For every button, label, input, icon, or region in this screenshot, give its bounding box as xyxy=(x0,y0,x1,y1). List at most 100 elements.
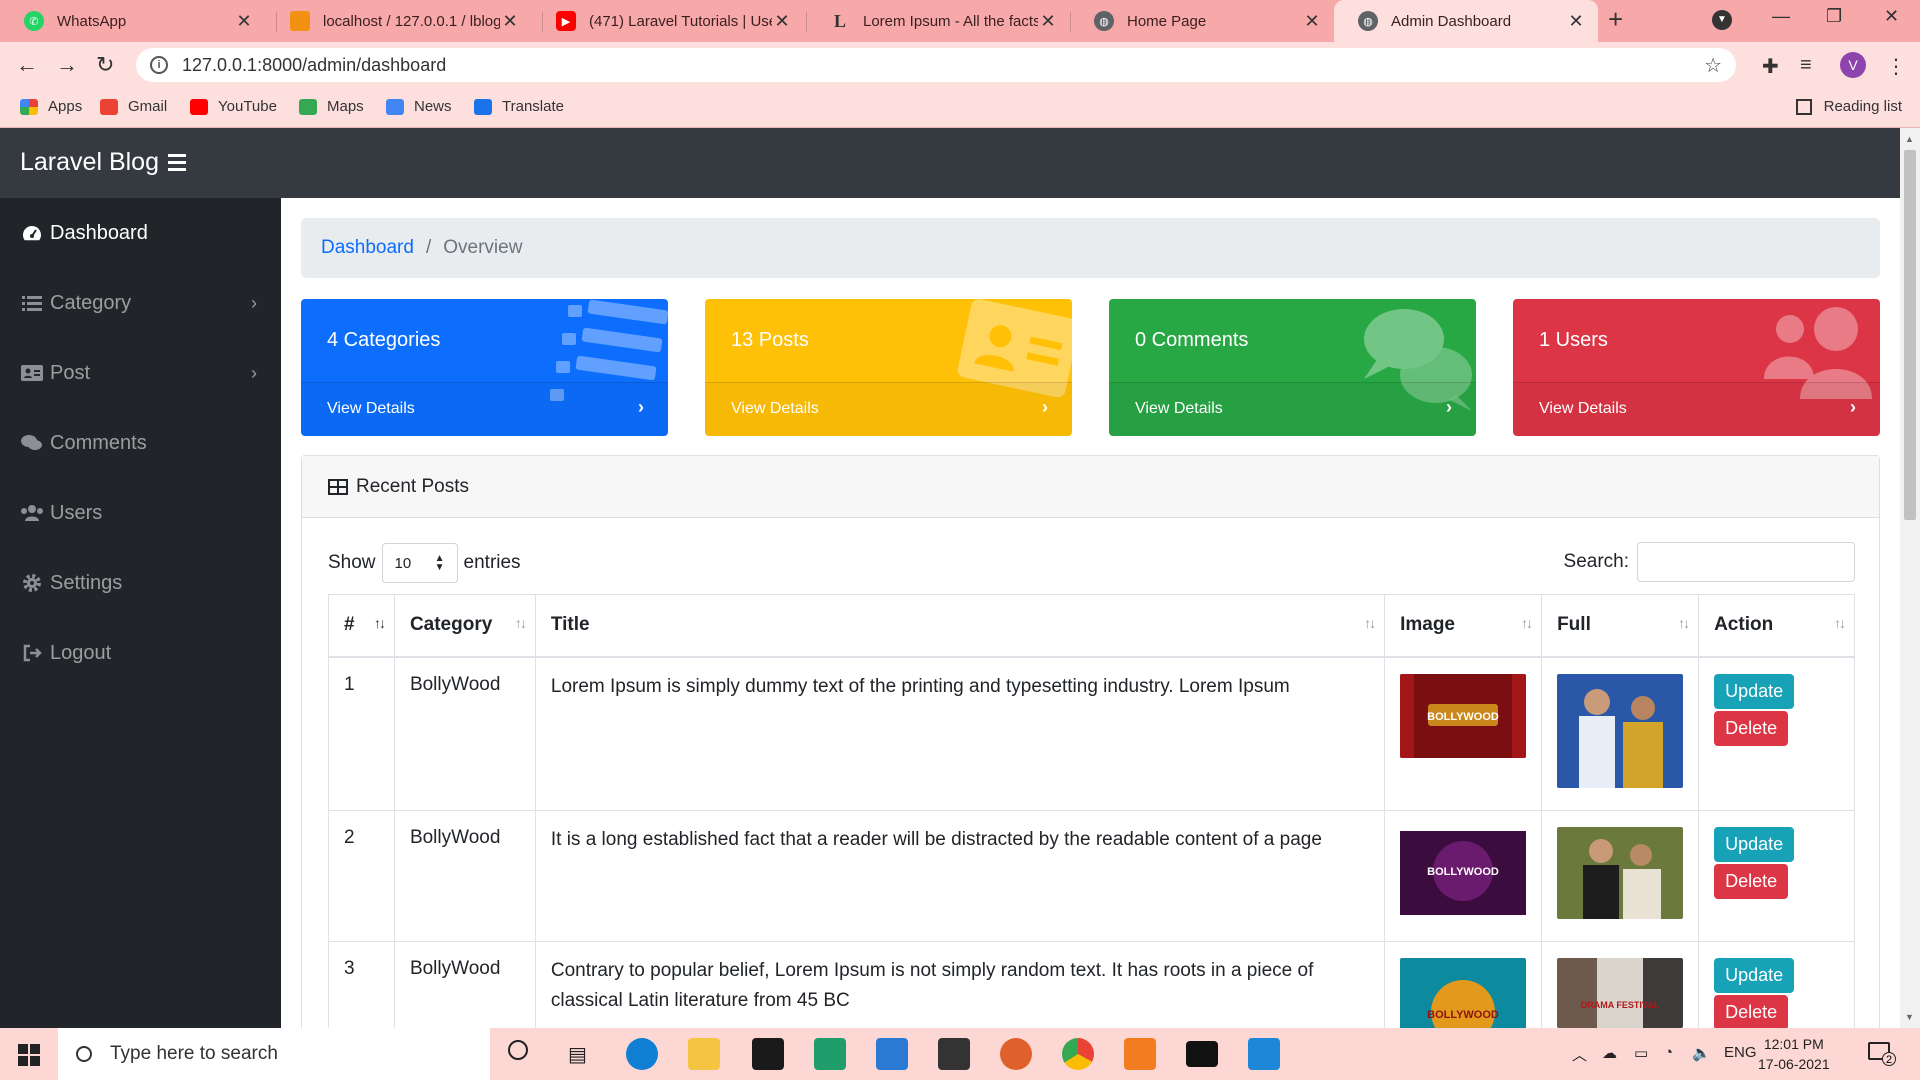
table-search-input[interactable] xyxy=(1637,542,1855,582)
brand-title[interactable]: Laravel Blog xyxy=(20,148,159,177)
media-control-icon[interactable]: ≡ xyxy=(1800,54,1812,77)
update-button[interactable]: Update xyxy=(1714,673,1795,709)
tab-phpmyadmin[interactable]: localhost / 127.0.0.1 / lblog ✕ xyxy=(266,0,532,42)
update-button[interactable]: Update xyxy=(1714,826,1795,862)
recent-posts-header: Recent Posts xyxy=(302,456,1879,518)
profile-avatar[interactable]: V xyxy=(1840,52,1866,78)
column-header-action[interactable]: Action ↑↓ xyxy=(1698,594,1855,658)
store-app-icon[interactable] xyxy=(814,1038,846,1070)
categories-view-details[interactable]: View Details › xyxy=(301,382,668,436)
notifications-icon[interactable]: 2 xyxy=(1868,1042,1896,1066)
new-tab-button[interactable]: + xyxy=(1608,4,1623,35)
file-explorer-icon[interactable] xyxy=(688,1038,720,1070)
column-header-full[interactable]: Full ↑↓ xyxy=(1541,594,1700,658)
page-scrollbar[interactable]: ▲ ▼ xyxy=(1900,128,1920,1028)
entries-select[interactable]: 10 ▲ ▼ xyxy=(381,543,458,583)
windows-start-icon[interactable] xyxy=(18,1044,40,1066)
bookmark-star-icon[interactable]: ☆ xyxy=(1704,53,1722,78)
comments-icon xyxy=(20,433,44,453)
close-tab-icon[interactable]: ✕ xyxy=(772,11,792,32)
language-indicator[interactable]: ENG xyxy=(1724,1044,1757,1061)
close-tab-icon[interactable]: ✕ xyxy=(1038,11,1058,32)
taskbar-clock[interactable]: 12:01 PM 17-06-2021 xyxy=(1758,1034,1830,1074)
column-header-number[interactable]: # ↑↓ xyxy=(328,594,395,658)
bookmark-translate[interactable]: Translate xyxy=(474,98,564,115)
microsoft-store-icon[interactable] xyxy=(938,1038,970,1070)
scroll-down-icon[interactable]: ▼ xyxy=(1905,1012,1914,1022)
forward-icon[interactable]: → xyxy=(56,52,78,78)
tab-youtube[interactable]: ▶ (471) Laravel Tutorials | Use ✕ xyxy=(532,0,804,42)
taskbar-search-input[interactable]: Type here to search xyxy=(58,1028,490,1080)
update-button[interactable]: Update xyxy=(1714,957,1795,993)
table-row: 1 BollyWood Lorem Ipsum is simply dummy … xyxy=(328,656,1855,811)
minimize-icon[interactable]: — xyxy=(1772,6,1790,27)
sort-icon: ↑↓ xyxy=(373,615,386,631)
bookmark-apps[interactable]: Apps xyxy=(20,98,82,115)
sidebar-item-comments[interactable]: Comments xyxy=(0,408,281,478)
close-tab-icon[interactable]: ✕ xyxy=(500,11,520,32)
breadcrumb-link-dashboard[interactable]: Dashboard xyxy=(321,237,414,259)
tab-search-icon[interactable]: ▼ xyxy=(1712,10,1732,30)
vscode-icon[interactable] xyxy=(1248,1038,1280,1070)
close-window-icon[interactable]: ✕ xyxy=(1884,6,1899,27)
reading-list[interactable]: Reading list xyxy=(1795,98,1902,115)
column-header-image[interactable]: Image ↑↓ xyxy=(1384,594,1543,658)
sidebar-item-category[interactable]: Category › xyxy=(0,268,281,338)
categories-count: 4 Categories xyxy=(327,329,441,351)
scrollbar-thumb[interactable] xyxy=(1904,150,1916,520)
bookmark-maps[interactable]: Maps xyxy=(299,98,364,115)
extensions-icon[interactable]: ✚ xyxy=(1762,54,1779,79)
close-tab-icon[interactable]: ✕ xyxy=(1302,11,1322,32)
cortana-icon[interactable] xyxy=(508,1040,528,1060)
post-full-image xyxy=(1557,673,1684,788)
sidebar-item-post[interactable]: Post › xyxy=(0,338,281,408)
scroll-up-icon[interactable]: ▲ xyxy=(1905,134,1914,144)
maximize-icon[interactable]: ❐ xyxy=(1826,6,1842,27)
volume-icon[interactable]: 🔈 xyxy=(1692,1044,1711,1062)
chevron-right-icon: › xyxy=(1850,397,1856,417)
sidebar-item-users[interactable]: Users xyxy=(0,478,281,548)
xampp-icon[interactable] xyxy=(1124,1038,1156,1070)
mail-icon[interactable] xyxy=(876,1038,908,1070)
back-icon[interactable]: ← xyxy=(16,52,38,78)
column-header-category[interactable]: Category ↑↓ xyxy=(393,594,536,658)
edge-icon[interactable] xyxy=(626,1038,658,1070)
task-view-icon[interactable]: ▤ xyxy=(568,1042,587,1067)
wifi-icon[interactable]: ◔ xyxy=(1664,1044,1673,1061)
reload-icon[interactable]: ↻ xyxy=(96,52,114,78)
terminal-icon[interactable] xyxy=(1186,1041,1218,1067)
sidebar-item-dashboard[interactable]: Dashboard xyxy=(0,198,281,268)
close-tab-icon[interactable]: ✕ xyxy=(234,11,254,32)
url-field[interactable]: i 127.0.0.1:8000/admin/dashboard ☆ xyxy=(136,48,1736,82)
tab-admin-dashboard[interactable]: ◍ Admin Dashboard ✕ xyxy=(1334,0,1598,42)
bookmark-gmail[interactable]: Gmail xyxy=(100,98,167,115)
users-view-details[interactable]: View Details › xyxy=(1513,382,1880,436)
bookmark-youtube[interactable]: YouTube xyxy=(190,98,277,115)
notion-icon[interactable] xyxy=(752,1038,784,1070)
site-info-icon[interactable]: i xyxy=(150,56,168,74)
tab-whatsapp[interactable]: ✆ WhatsApp ✕ xyxy=(0,0,266,42)
delete-button[interactable]: Delete xyxy=(1714,710,1789,746)
sidebar-toggle-icon[interactable] xyxy=(168,154,186,175)
chrome-icon[interactable] xyxy=(1062,1038,1094,1070)
battery-icon[interactable]: ▭ xyxy=(1634,1044,1648,1062)
tab-home-page[interactable]: ◍ Home Page ✕ xyxy=(1070,0,1334,42)
firefox-icon[interactable] xyxy=(1000,1038,1032,1070)
comments-view-details[interactable]: View Details › xyxy=(1109,382,1476,436)
bookmark-news[interactable]: News xyxy=(386,98,452,115)
delete-button[interactable]: Delete xyxy=(1714,863,1789,899)
browser-menu-icon[interactable]: ⋮ xyxy=(1886,54,1906,79)
sidebar-item-logout[interactable]: Logout xyxy=(0,618,281,688)
bookmarks-bar: Apps Gmail YouTube Maps News Translate R… xyxy=(0,88,1920,128)
column-header-title[interactable]: Title ↑↓ xyxy=(534,594,1386,658)
tray-overflow-icon[interactable]: ︿ xyxy=(1572,1044,1587,1065)
list-icon xyxy=(20,293,44,313)
sidebar-item-settings[interactable]: Settings xyxy=(0,548,281,618)
chevron-right-icon: › xyxy=(251,362,257,383)
posts-card: 13 Posts View Details › xyxy=(705,299,1072,436)
close-tab-icon[interactable]: ✕ xyxy=(1566,11,1586,32)
cloud-icon[interactable]: ☁ xyxy=(1602,1044,1617,1062)
posts-view-details[interactable]: View Details › xyxy=(705,382,1072,436)
delete-button[interactable]: Delete xyxy=(1714,994,1789,1028)
tab-lorem-ipsum[interactable]: L Lorem Ipsum - All the facts ✕ xyxy=(806,0,1070,42)
